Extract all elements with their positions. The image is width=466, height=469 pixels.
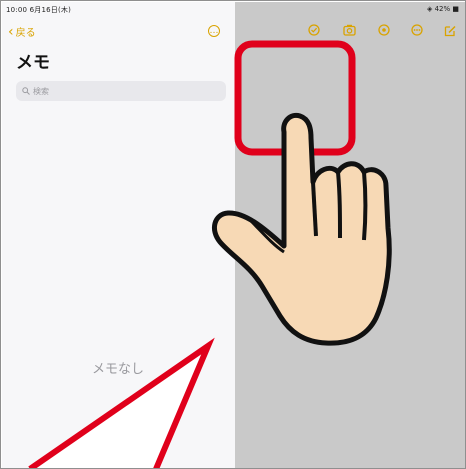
app-window: 10:00 6月16日(木) ‹ 戻る … メモ 検索 メモなし ◈ 42% ■ [0,0,466,469]
callout-pointer [28,337,215,468]
annotation-overlay [28,40,392,468]
